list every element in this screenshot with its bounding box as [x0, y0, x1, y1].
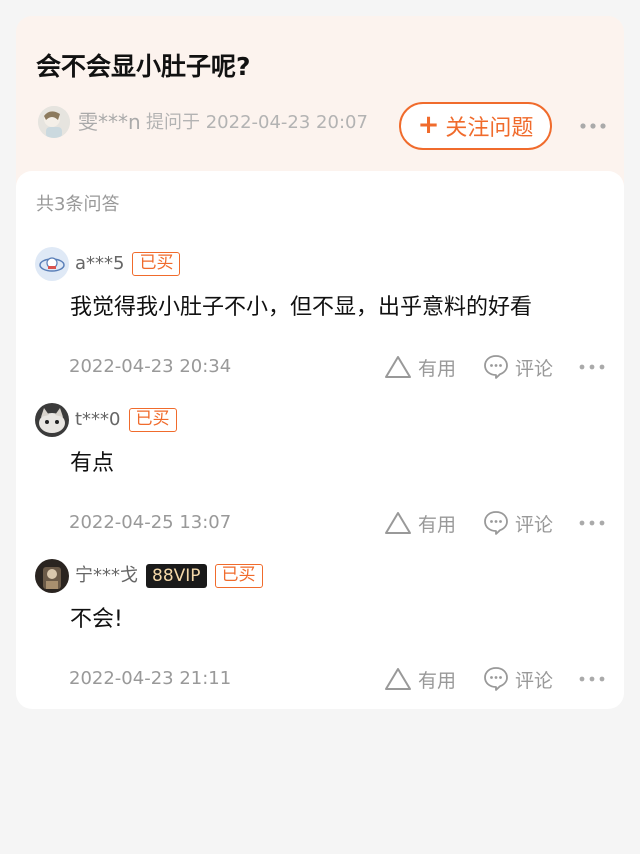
plus-icon: + [417, 110, 440, 140]
answer-count: 共3条问答 [36, 194, 120, 215]
comment-label: 评论 [515, 357, 554, 380]
avatar-icon [38, 106, 70, 138]
asker-name[interactable]: 雯***n [78, 110, 141, 134]
answer-item: a***5 已买 我觉得我小肚子不小，但不显，出乎意料的好看 2022-04-2… [16, 247, 624, 403]
comment-bubble-icon [484, 667, 508, 691]
comment-bubble-icon [484, 511, 508, 535]
thumb-triangle-icon [385, 668, 411, 690]
qa-page: 会不会显小肚子呢? 雯***n 提问于 2022-04-23 20:07 + 关… [0, 0, 640, 854]
comment-bubble-icon [484, 355, 508, 379]
comment-button[interactable]: 评论 [483, 509, 553, 537]
answer-date: 2022-04-25 13:07 [69, 512, 232, 533]
more-dots-icon[interactable] [578, 116, 608, 136]
more-dots-icon[interactable] [578, 669, 606, 689]
useful-button[interactable]: 有用 [384, 665, 456, 693]
answers-card: 共3条问答 a***5 已买 我觉得我小肚子不小，但不显，出乎意料的好看 202… [16, 171, 624, 709]
bought-badge: 已买 [128, 408, 177, 432]
more-dots-icon[interactable] [578, 357, 606, 377]
answer-username[interactable]: a***5 [75, 251, 124, 277]
useful-button[interactable]: 有用 [384, 353, 456, 381]
avatar[interactable] [35, 559, 69, 593]
avatar-icon [35, 247, 69, 281]
useful-button[interactable]: 有用 [384, 509, 456, 537]
comment-label: 评论 [515, 669, 554, 692]
answer-text: 不会! [70, 607, 123, 632]
vip-badge: 88VIP [146, 564, 207, 588]
bought-badge: 已买 [214, 564, 263, 588]
asker-avatar[interactable] [38, 106, 70, 138]
more-dots-icon[interactable] [578, 513, 606, 533]
answer-user-row: t***0 已买 [75, 407, 177, 433]
answer-item: t***0 已买 有点 2022-04-25 13:07 有用 评论 [16, 403, 624, 559]
answer-username[interactable]: 宁***戈 [75, 563, 138, 589]
comment-button[interactable]: 评论 [483, 353, 553, 381]
asker-meta: 提问于 2022-04-23 20:07 [146, 112, 368, 133]
useful-label: 有用 [418, 357, 457, 380]
thumb-triangle-icon [385, 512, 411, 534]
answer-item: 宁***戈 88VIP 已买 不会! 2022-04-23 21:11 有用 评… [16, 559, 624, 715]
answer-user-row: 宁***戈 88VIP 已买 [75, 563, 263, 589]
answer-text: 有点 [70, 451, 115, 476]
useful-label: 有用 [418, 513, 457, 536]
comment-label: 评论 [515, 513, 554, 536]
thumb-triangle-icon [385, 356, 411, 378]
answer-date: 2022-04-23 21:11 [69, 668, 232, 689]
answer-username[interactable]: t***0 [75, 407, 121, 433]
answer-date: 2022-04-23 20:34 [69, 356, 232, 377]
follow-question-button[interactable]: + 关注问题 [399, 102, 552, 150]
avatar[interactable] [35, 247, 69, 281]
avatar[interactable] [35, 403, 69, 437]
answer-text: 我觉得我小肚子不小，但不显，出乎意料的好看 [70, 295, 533, 320]
comment-button[interactable]: 评论 [483, 665, 553, 693]
bought-badge: 已买 [132, 252, 181, 276]
avatar-icon [35, 403, 69, 437]
useful-label: 有用 [418, 669, 457, 692]
answer-user-row: a***5 已买 [75, 251, 181, 277]
follow-label: 关注问题 [445, 116, 534, 141]
question-title: 会不会显小肚子呢? [36, 52, 251, 81]
avatar-icon [35, 559, 69, 593]
